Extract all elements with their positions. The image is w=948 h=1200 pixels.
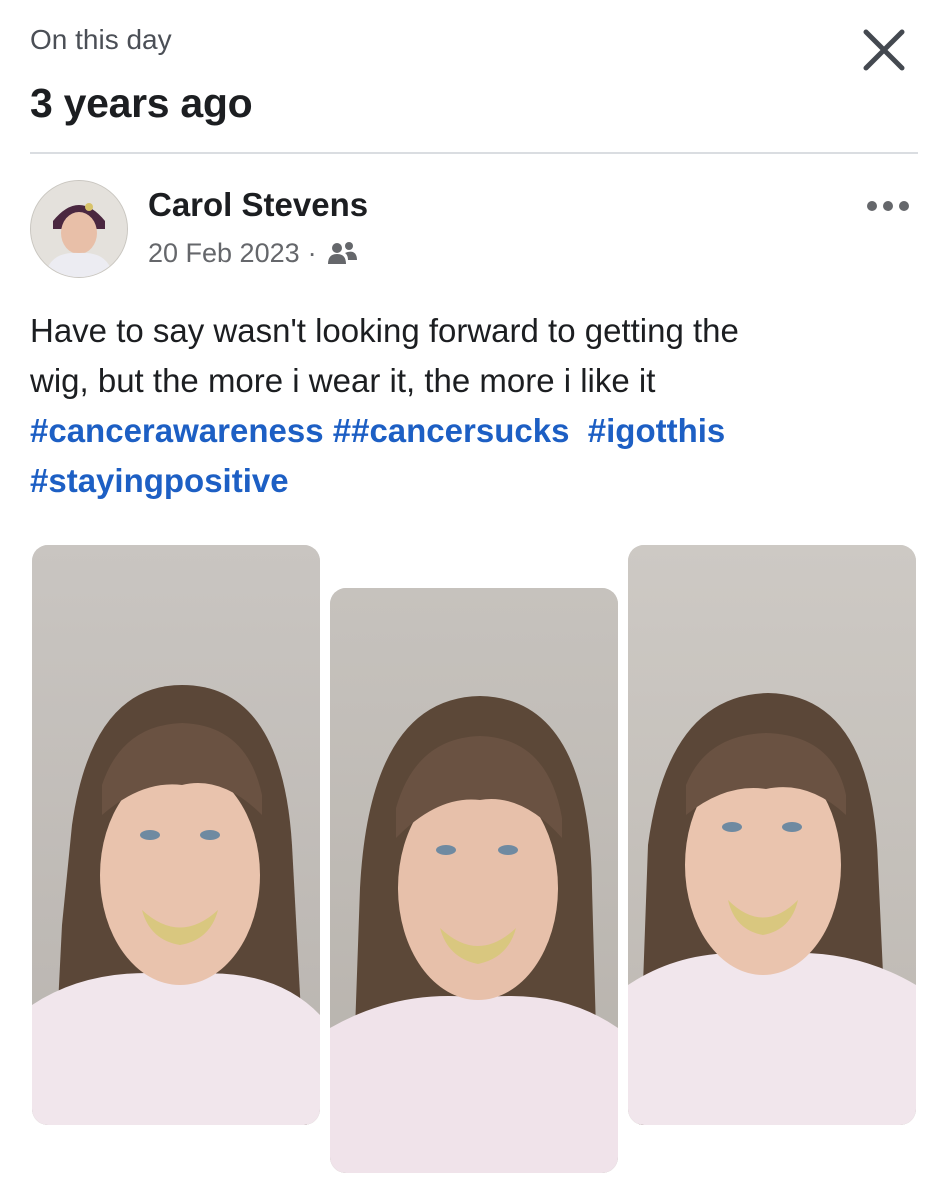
- post-text: Have to say wasn't looking forward to ge…: [30, 306, 908, 506]
- more-options-button[interactable]: [858, 186, 918, 226]
- close-button[interactable]: [858, 24, 910, 76]
- post-photo-1[interactable]: [32, 545, 320, 1125]
- more-options-icon: [867, 201, 909, 211]
- memory-kicker: On this day: [30, 24, 172, 55]
- photo-1-image: [32, 545, 320, 1125]
- avatar[interactable]: [30, 180, 128, 278]
- meta-separator: ·: [307, 238, 317, 268]
- divider: [30, 152, 918, 154]
- post-text-line-2: wig, but the more i wear it, the more i …: [30, 362, 656, 399]
- photo-3-image: [628, 545, 916, 1125]
- hashtag-line-1: #cancerawareness ##cancersucks #igotthis: [30, 406, 908, 456]
- post-text-line-1: Have to say wasn't looking forward to ge…: [30, 312, 739, 349]
- post-header: Carol Stevens 20 Feb 2023 ·: [30, 180, 918, 280]
- memory-header: On this day 3 years ago: [30, 20, 918, 126]
- hashtag-igotthis[interactable]: #igotthis: [588, 412, 726, 449]
- hashtag-cancerawareness[interactable]: #cancerawareness: [30, 412, 324, 449]
- hashtag-cancersucks[interactable]: ##cancersucks: [333, 412, 570, 449]
- post-meta: 20 Feb 2023 ·: [148, 238, 359, 269]
- post-photo-3[interactable]: [628, 545, 916, 1125]
- hashtag-line-2: #stayingpositive: [30, 456, 908, 506]
- memory-headline: 3 years ago: [30, 80, 253, 126]
- friends-icon: [325, 239, 359, 269]
- avatar-image: [31, 181, 127, 277]
- close-icon: [863, 29, 905, 71]
- photo-2-image: [330, 588, 618, 1173]
- hashtag-stayingpositive[interactable]: #stayingpositive: [30, 462, 289, 499]
- post-date[interactable]: 20 Feb 2023: [148, 238, 300, 269]
- author-name[interactable]: Carol Stevens: [148, 186, 368, 224]
- post-photo-2[interactable]: [330, 588, 618, 1173]
